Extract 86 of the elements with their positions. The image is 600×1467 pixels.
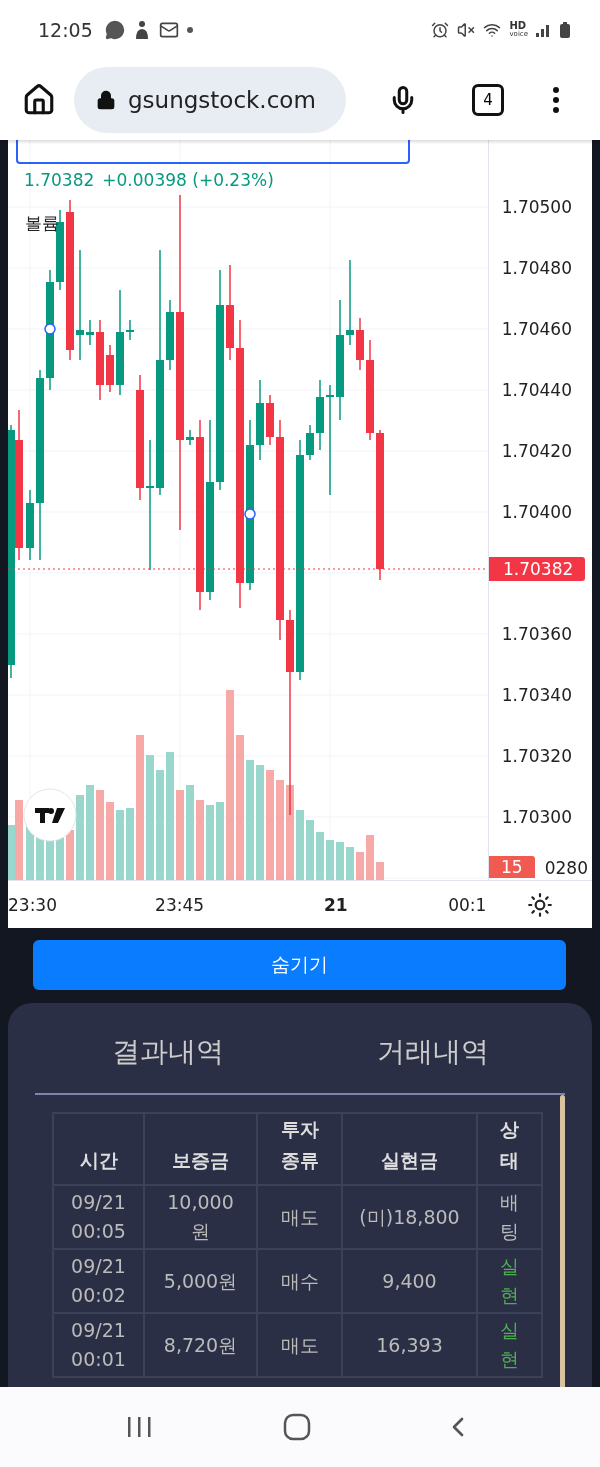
- table-cell: 매도: [257, 1185, 342, 1249]
- status-time: 12:05: [38, 19, 93, 41]
- chat-icon: [104, 20, 125, 40]
- table-cell: 09/21 00:05: [53, 1185, 144, 1249]
- volume-bar: [376, 862, 384, 880]
- column-header: 상태: [477, 1113, 542, 1185]
- last-price-tag: 1.70382: [489, 557, 586, 581]
- status-cell: 실현: [477, 1249, 542, 1313]
- mail-icon: [158, 20, 179, 40]
- table-cell: 9,400: [342, 1249, 477, 1313]
- candle: [106, 344, 114, 393]
- battery-icon: [560, 22, 570, 38]
- candle: [86, 319, 94, 346]
- candle: [186, 429, 194, 446]
- volume-bar: [306, 820, 314, 880]
- time-tick: 23:45: [155, 894, 206, 915]
- marker-icon: [44, 323, 56, 335]
- candle: [126, 319, 134, 341]
- alarm-icon: [431, 21, 450, 39]
- table-cell: 09/21 00:01: [53, 1313, 144, 1377]
- table-cell: 5,000원: [144, 1249, 257, 1313]
- volume-bar: [116, 810, 124, 880]
- candle: [356, 317, 364, 371]
- table-cell: 10,000원: [144, 1185, 257, 1249]
- volume-label: 볼륨: [25, 212, 59, 235]
- price-change: +0.00398 (+0.23%): [102, 170, 274, 190]
- candle: [316, 379, 324, 451]
- price-tick: 1.70400: [501, 502, 572, 522]
- price-tick: 1.70440: [501, 380, 572, 400]
- price-tick: 0280: [544, 858, 588, 878]
- price-tick: 1.70500: [501, 197, 572, 217]
- symbol-box[interactable]: [16, 140, 410, 164]
- logo-icon[interactable]: [23, 788, 77, 842]
- volume-badge: 15: [489, 856, 535, 878]
- column-header: 시간: [53, 1113, 144, 1185]
- volume-bar: [316, 832, 324, 880]
- home-icon[interactable]: [22, 83, 56, 117]
- settings-icon[interactable]: [527, 891, 553, 918]
- candle: [266, 394, 274, 446]
- wifi-icon: [483, 21, 502, 39]
- price-tick: 1.70340: [501, 685, 572, 705]
- history-tab[interactable]: 결과내역: [35, 1033, 300, 1093]
- time-tick: 23:30: [8, 894, 58, 915]
- volume-bar: [66, 830, 74, 880]
- price-tick: 1.70420: [501, 441, 572, 461]
- menu-icon[interactable]: [552, 86, 560, 114]
- column-header: 실현금: [342, 1113, 477, 1185]
- column-header: 보증금: [144, 1113, 257, 1185]
- candle: [306, 424, 314, 461]
- volume-bar: [356, 852, 364, 880]
- volume-bar: [346, 847, 354, 880]
- table-cell: 매도: [257, 1313, 342, 1377]
- signal-icon: [536, 23, 552, 37]
- status-cell: 배팅: [477, 1185, 542, 1249]
- address-bar[interactable]: gsungstock.com: [74, 67, 346, 133]
- current-price: 1.70382: [24, 170, 95, 190]
- candle: [166, 299, 174, 371]
- hide-button[interactable]: 숨기기: [33, 940, 566, 990]
- tab-count[interactable]: 4: [472, 84, 504, 116]
- candle: [26, 489, 34, 561]
- table-cell: 09/21 00:02: [53, 1249, 144, 1313]
- mute-icon: [457, 21, 476, 39]
- time-tick: 21: [324, 894, 349, 915]
- table-cell: 16,393: [342, 1313, 477, 1377]
- column-header: 투자 종류: [257, 1113, 342, 1185]
- price-tick: 1.70360: [501, 624, 572, 644]
- volume-bar: [366, 835, 374, 880]
- recent-apps-icon[interactable]: [125, 1415, 152, 1439]
- price-tick: 1.70480: [501, 258, 572, 278]
- status-cell: 실현: [477, 1313, 542, 1377]
- price-tick: 1.70460: [501, 319, 572, 339]
- volume-bar: [126, 808, 134, 880]
- table-cell: 매수: [257, 1249, 342, 1313]
- price-tick: 1.70300: [501, 807, 572, 827]
- home-nav-icon[interactable]: [283, 1413, 311, 1441]
- price-tick: 1.70320: [501, 746, 572, 766]
- volume-bar: [296, 810, 304, 880]
- table-cell: 8,720원: [144, 1313, 257, 1377]
- lock-icon: [96, 90, 116, 110]
- marker-icon: [244, 508, 256, 520]
- table-cell: (미)18,800: [342, 1185, 477, 1249]
- volume-bar: [326, 840, 334, 880]
- time-tick: 00:1: [448, 894, 488, 915]
- history-tab[interactable]: 거래내역: [300, 1033, 565, 1093]
- volume-bar: [336, 842, 344, 880]
- dot-icon: [186, 27, 193, 33]
